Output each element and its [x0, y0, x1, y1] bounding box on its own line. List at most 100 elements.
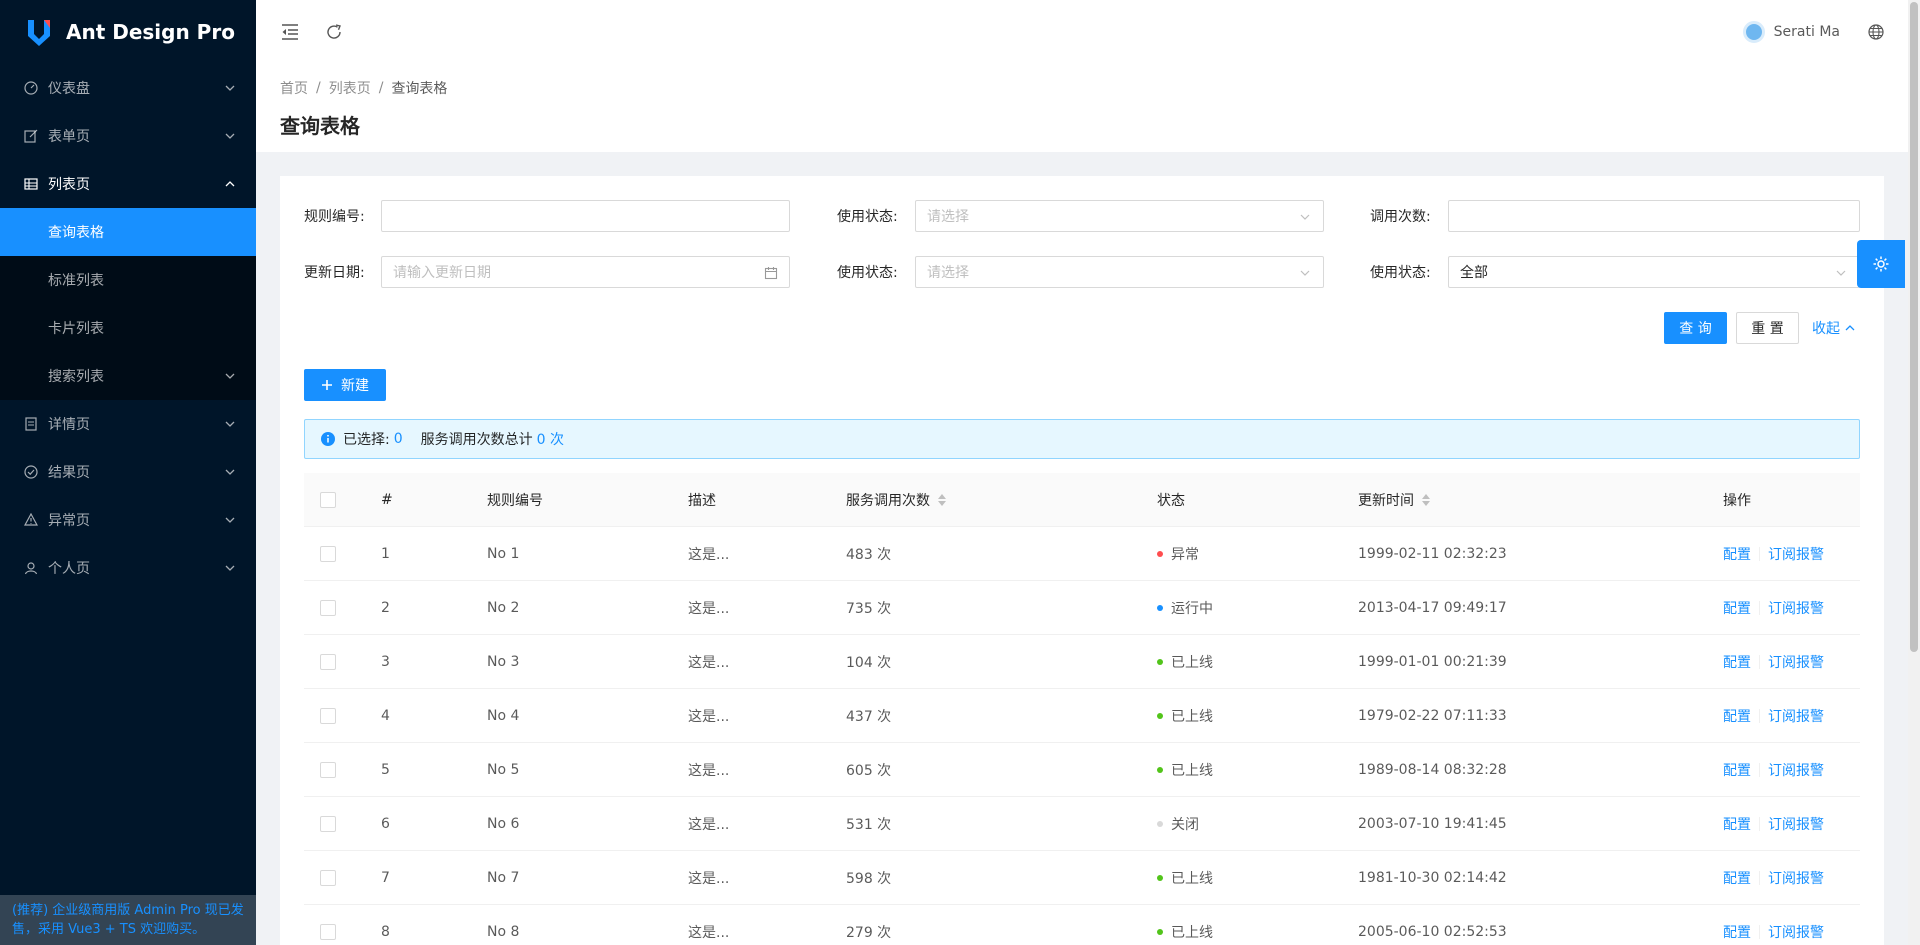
date-picker[interactable]: 请输入更新日期	[381, 256, 790, 288]
reset-button[interactable]: 重 置	[1736, 312, 1799, 344]
configure-link[interactable]: 配置	[1723, 652, 1751, 672]
menu-item-result[interactable]: 结果页	[0, 448, 256, 496]
status-dot	[1157, 551, 1163, 557]
configure-link[interactable]: 配置	[1723, 922, 1751, 942]
menu-item-profile[interactable]: 详情页	[0, 400, 256, 448]
configure-link[interactable]: 配置	[1723, 706, 1751, 726]
rule-no-input[interactable]	[381, 200, 790, 232]
row-checkbox[interactable]	[320, 600, 336, 616]
sidebar-item-card-list[interactable]: 卡片列表	[0, 304, 256, 352]
chevron-down-icon	[225, 517, 235, 523]
cell-actions: 配置 订阅报警	[1723, 527, 1824, 581]
info-icon	[321, 432, 335, 446]
cell-calls: 531 次	[846, 817, 892, 833]
breadcrumb: 首页 / 列表页 / 查询表格	[280, 78, 1884, 98]
configure-link[interactable]: 配置	[1723, 868, 1751, 888]
username[interactable]: Serati Ma	[1774, 24, 1840, 40]
column-header-actions: 操作	[1723, 493, 1751, 509]
chevron-down-icon	[225, 133, 235, 139]
cell-index: 6	[381, 816, 390, 832]
new-button[interactable]: 新建	[304, 369, 386, 401]
row-checkbox[interactable]	[320, 816, 336, 832]
subscribe-alert-link[interactable]: 订阅报警	[1768, 922, 1824, 942]
menu-item-dashboard[interactable]: 仪表盘	[0, 64, 256, 112]
row-checkbox[interactable]	[320, 708, 336, 724]
filter-rule-no: 规则编号:	[304, 200, 365, 232]
cell-index: 4	[381, 708, 390, 724]
scrollbar-thumb[interactable]	[1910, 2, 1918, 652]
sidebar-item-standard-list[interactable]: 标准列表	[0, 256, 256, 304]
action-divider	[1759, 655, 1760, 669]
logo[interactable]: Ant Design Pro	[0, 0, 256, 64]
cell-updated: 1981-10-30 02:14:42	[1358, 870, 1507, 886]
cell-actions: 配置 订阅报警	[1723, 689, 1824, 743]
sidebar-item-query-table[interactable]: 查询表格	[0, 208, 256, 256]
cell-desc: 这是...	[688, 655, 730, 671]
sort-icon[interactable]	[938, 494, 946, 506]
cell-index: 2	[381, 600, 390, 616]
action-divider	[1759, 601, 1760, 615]
cell-status: 已上线	[1157, 635, 1213, 689]
sort-icon[interactable]	[1422, 494, 1430, 506]
table-row: 3 No 3 这是... 104 次 1999-01-01 00:21:39 已上线 配置订…	[304, 635, 1860, 689]
configure-link[interactable]: 配置	[1723, 760, 1751, 780]
table-icon	[24, 177, 38, 191]
status-select-1[interactable]: 请选择	[915, 200, 1324, 232]
row-select-cell	[320, 635, 336, 689]
row-checkbox[interactable]	[320, 870, 336, 886]
menu-item-list[interactable]: 列表页	[0, 160, 256, 208]
select-all-checkbox[interactable]	[320, 492, 336, 508]
status-dot	[1157, 767, 1163, 773]
status-text: 关闭	[1171, 817, 1199, 833]
cell-calls: 279 次	[846, 925, 892, 941]
dashboard-icon	[24, 81, 38, 95]
subscribe-alert-link[interactable]: 订阅报警	[1768, 760, 1824, 780]
subscribe-alert-link[interactable]: 订阅报警	[1768, 814, 1824, 834]
subscribe-alert-link[interactable]: 订阅报警	[1768, 868, 1824, 888]
promo-banner[interactable]: (推荐) 企业级商用版 Admin Pro 现已发售，采用 Vue3 + TS …	[0, 895, 256, 945]
configure-link[interactable]: 配置	[1723, 598, 1751, 618]
subscribe-alert-link[interactable]: 订阅报警	[1768, 544, 1824, 564]
settings-drawer-button[interactable]	[1857, 240, 1905, 288]
chevron-up-icon	[225, 181, 235, 187]
select-placeholder: 请选择	[927, 209, 969, 225]
menu-label: 标准列表	[48, 273, 104, 289]
configure-link[interactable]: 配置	[1723, 544, 1751, 564]
cell-desc: 这是...	[688, 601, 730, 617]
table-header-row: # 规则编号 描述 服务调用次数 状态 更新时间 操作	[304, 473, 1860, 527]
row-checkbox[interactable]	[320, 762, 336, 778]
status-select-3[interactable]: 全部	[1448, 256, 1860, 288]
status-dot	[1157, 605, 1163, 611]
reload-icon[interactable]	[322, 20, 346, 44]
menu-item-form[interactable]: 表单页	[0, 112, 256, 160]
breadcrumb-current: 查询表格	[391, 81, 448, 97]
selection-alert: 已选择: 0 服务调用次数总计 0 次	[304, 419, 1860, 459]
breadcrumb-home[interactable]: 首页	[280, 78, 308, 98]
subscribe-alert-link[interactable]: 订阅报警	[1768, 598, 1824, 618]
column-header-calls[interactable]: 服务调用次数	[846, 473, 946, 527]
subscribe-alert-link[interactable]: 订阅报警	[1768, 706, 1824, 726]
globe-icon[interactable]	[1864, 20, 1888, 44]
cell-updated: 1979-02-22 07:11:33	[1358, 708, 1507, 724]
page-scrollbar[interactable]	[1908, 0, 1920, 945]
configure-link[interactable]: 配置	[1723, 814, 1751, 834]
avatar[interactable]	[1742, 21, 1765, 43]
call-count-input[interactable]	[1448, 200, 1860, 232]
row-checkbox[interactable]	[320, 546, 336, 562]
table-row: 8 No 8 这是... 279 次 2005-06-10 02:52:53 已上线 配置订…	[304, 905, 1860, 945]
menu-item-account[interactable]: 个人页	[0, 544, 256, 592]
breadcrumb-list[interactable]: 列表页	[329, 78, 371, 98]
status-select-2[interactable]: 请选择	[915, 256, 1324, 288]
menu-item-exception[interactable]: 异常页	[0, 496, 256, 544]
sidebar-item-search-list[interactable]: 搜索列表	[0, 352, 256, 400]
row-select-cell	[320, 689, 336, 743]
subscribe-alert-link[interactable]: 订阅报警	[1768, 652, 1824, 672]
status-text: 已上线	[1171, 925, 1213, 941]
row-checkbox[interactable]	[320, 924, 336, 940]
query-button[interactable]: 查 询	[1664, 312, 1727, 344]
menu-fold-icon[interactable]	[278, 20, 302, 44]
row-checkbox[interactable]	[320, 654, 336, 670]
cell-rule-no: No 5	[487, 762, 520, 778]
collapse-toggle[interactable]: 收起	[1812, 312, 1856, 344]
column-header-updated[interactable]: 更新时间	[1358, 473, 1430, 527]
